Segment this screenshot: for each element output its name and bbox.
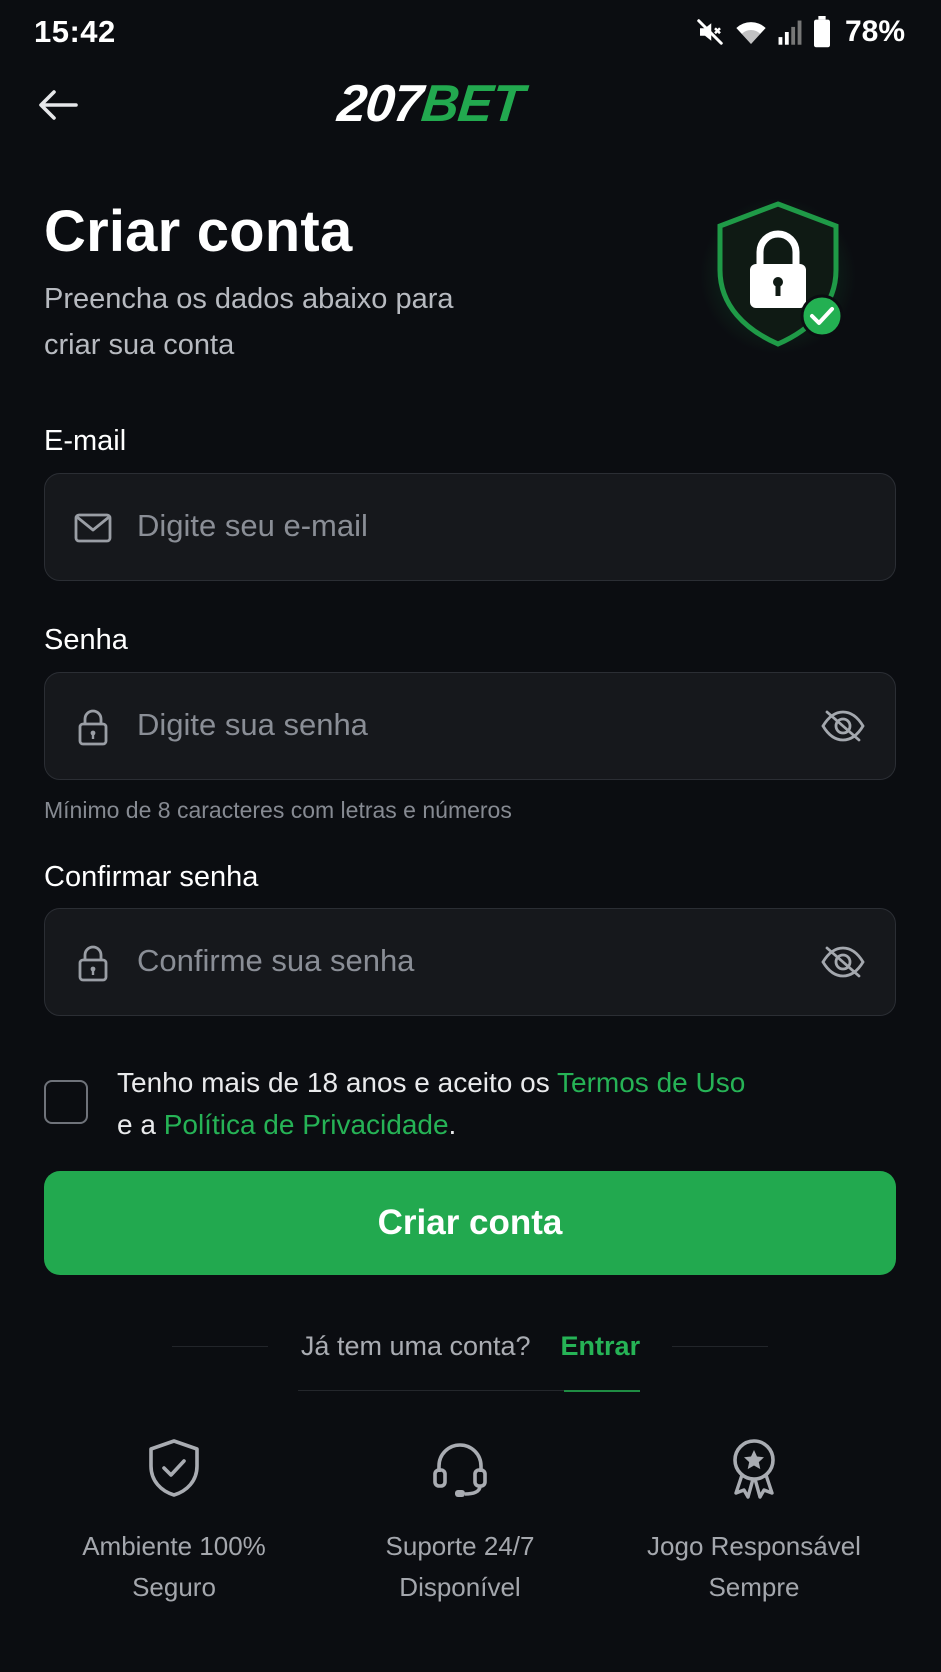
feature-secure: Ambiente 100% Seguro [44, 1436, 304, 1608]
arrow-left-icon [39, 90, 78, 120]
lock-icon [73, 945, 113, 982]
feature-responsible: Jogo Responsável Sempre [622, 1436, 886, 1608]
login-underline-accent [564, 1390, 640, 1392]
terms-text-middle: e a [117, 1109, 164, 1140]
mail-icon [73, 510, 113, 546]
headset-icon [428, 1436, 492, 1500]
battery-percentage: 78% [844, 15, 905, 48]
login-question: Já tem uma conta? [300, 1330, 531, 1361]
signup-screen: 15:42 78% 207BET Criar conta Preencha os… [0, 0, 941, 1672]
logo-brand: BET [418, 75, 526, 133]
status-time: 15:42 [34, 14, 116, 49]
feature-support: Suporte 24/7 Disponível [330, 1436, 590, 1608]
award-icon [722, 1436, 786, 1500]
feature-support-line1: Suporte 24/7 [385, 1531, 535, 1561]
feature-support-text: Suporte 24/7 Disponível [330, 1526, 590, 1608]
mute-icon [695, 17, 725, 47]
lock-icon [73, 709, 113, 746]
email-input[interactable] [137, 474, 797, 578]
status-icons: 78% [695, 14, 905, 50]
password-field[interactable] [44, 672, 896, 780]
privacy-policy-link[interactable]: Política de Privacidade [164, 1109, 449, 1140]
feature-secure-text: Ambiente 100% Seguro [44, 1526, 304, 1608]
feature-secure-line1: Ambiente 100% [82, 1531, 266, 1561]
create-account-button[interactable]: Criar conta [44, 1171, 896, 1275]
signal-icon [777, 18, 803, 46]
feature-secure-line2: Seguro [132, 1572, 216, 1602]
shield-check-icon [142, 1436, 206, 1500]
terms-checkbox[interactable] [44, 1080, 88, 1124]
terms-text: Tenho mais de 18 anos e aceito os Termos… [117, 1062, 837, 1146]
battery-icon [813, 16, 831, 48]
eye-off-icon[interactable] [819, 705, 867, 747]
eye-off-icon[interactable] [819, 941, 867, 983]
confirm-password-input[interactable] [137, 909, 797, 1013]
login-link[interactable]: Entrar [561, 1331, 641, 1362]
feature-responsible-line2: Sempre [708, 1572, 800, 1602]
password-input[interactable] [137, 673, 797, 777]
feature-responsible-text: Jogo Responsável Sempre [622, 1526, 886, 1608]
password-hint: Mínimo de 8 caracteres com letras e núme… [44, 797, 512, 823]
back-button[interactable] [30, 80, 86, 130]
email-field[interactable] [44, 473, 896, 581]
status-bar: 15:42 78% [0, 0, 941, 64]
logo-number: 207 [334, 75, 425, 133]
page-subtitle: Preencha os dados abaixo para criar sua … [44, 283, 454, 361]
brand-logo: 207BET [334, 75, 526, 133]
terms-text-before: Tenho mais de 18 anos e aceito os [117, 1067, 558, 1098]
page-title: Criar conta [44, 199, 353, 264]
confirm-password-label: Confirmar senha [44, 861, 259, 893]
feature-support-line2: Disponível [399, 1572, 521, 1602]
password-label: Senha [44, 624, 128, 656]
feature-responsible-line1: Jogo Responsável [647, 1531, 861, 1561]
shield-lock-icon [700, 196, 860, 356]
login-row: Já tem uma conta? Entrar [0, 1322, 941, 1370]
confirm-password-field[interactable] [44, 908, 896, 1016]
terms-of-use-link[interactable]: Termos de Uso [557, 1067, 745, 1098]
wifi-icon [735, 17, 767, 47]
terms-text-after: . [448, 1109, 457, 1140]
email-label: E-mail [44, 425, 127, 457]
